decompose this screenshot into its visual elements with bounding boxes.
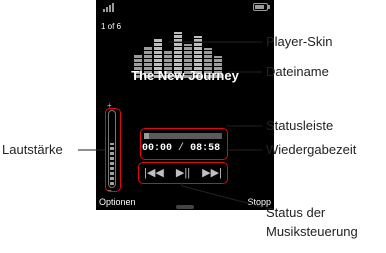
label-dateiname: Dateiname (266, 64, 329, 79)
label-status-line1: Status der (266, 205, 326, 220)
label-player-skin: Player-Skin (266, 34, 333, 49)
label-status-line2: Musiksteuerung (266, 224, 358, 239)
label-statusleiste: Statusleiste (266, 118, 334, 133)
label-lautstaerke: Lautstärke (2, 142, 63, 157)
label-wiedergabezeit: Wiedergabezeit (266, 142, 357, 157)
